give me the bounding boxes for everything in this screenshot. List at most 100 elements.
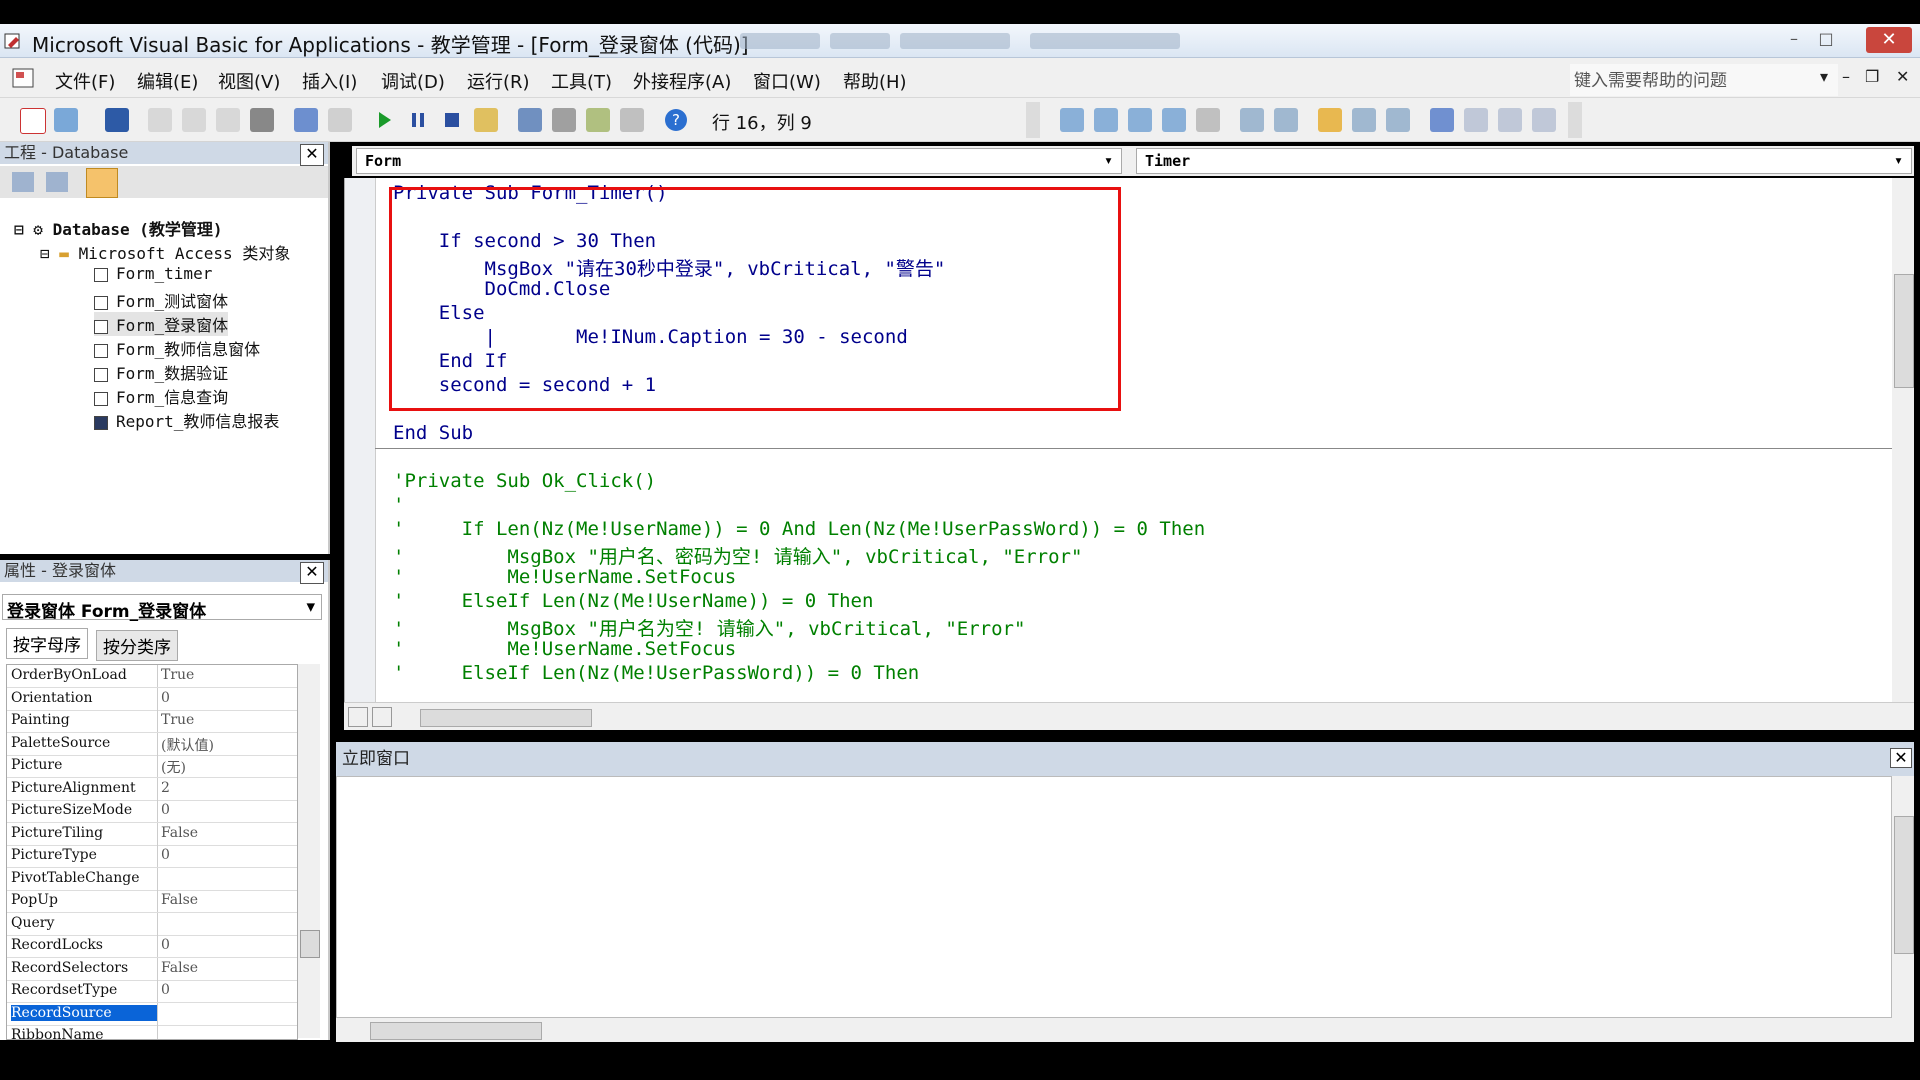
object-combo[interactable]: Form ▾ bbox=[356, 148, 1122, 174]
scroll-thumb[interactable] bbox=[420, 709, 592, 727]
pause-icon[interactable] bbox=[406, 108, 430, 132]
property-row[interactable]: PopUp False bbox=[7, 890, 297, 913]
close-immediate-button[interactable]: ✕ bbox=[1890, 748, 1912, 768]
tree-item[interactable]: Form_信息查询 bbox=[94, 384, 228, 408]
stop-icon[interactable] bbox=[440, 108, 464, 132]
help-icon[interactable]: ? bbox=[664, 108, 688, 132]
uncomment-block-icon[interactable] bbox=[1386, 108, 1410, 132]
margin-indicator-bar[interactable] bbox=[345, 178, 376, 702]
menu-window[interactable]: 窗口(W) bbox=[753, 68, 821, 94]
close-project-pane-button[interactable]: ✕ bbox=[300, 144, 324, 166]
breakpoint-hand-icon[interactable] bbox=[1318, 108, 1342, 132]
save-icon[interactable] bbox=[105, 108, 129, 132]
view-access-icon[interactable] bbox=[20, 108, 46, 134]
previous-bookmark-icon[interactable] bbox=[1498, 108, 1522, 132]
doc-restore-button[interactable]: ❐ bbox=[1865, 67, 1879, 86]
redo-icon[interactable] bbox=[328, 108, 352, 132]
property-row[interactable]: OrderByOnLoad True bbox=[7, 665, 297, 688]
immediate-vertical-scrollbar[interactable] bbox=[1892, 776, 1914, 1018]
tree-item[interactable]: Report_教师信息报表 bbox=[94, 408, 279, 432]
collapse-icon[interactable]: ⊟ bbox=[14, 220, 24, 239]
property-value[interactable]: False bbox=[161, 960, 198, 976]
immediate-window[interactable] bbox=[336, 776, 1892, 1018]
menu-view[interactable]: 视图(V) bbox=[218, 68, 280, 94]
tree-root[interactable]: ⊟ ⚙ Database (教学管理) bbox=[14, 216, 223, 240]
scroll-thumb[interactable] bbox=[370, 1022, 542, 1040]
property-row[interactable]: RibbonName bbox=[7, 1025, 297, 1039]
property-row[interactable]: Painting True bbox=[7, 710, 297, 733]
tree-folder[interactable]: ⊟ ▬ Microsoft Access 类对象 bbox=[40, 240, 290, 264]
doc-close-button[interactable]: ✕ bbox=[1896, 67, 1909, 86]
view-code-icon[interactable] bbox=[12, 172, 34, 192]
property-row[interactable]: PictureAlignment 2 bbox=[7, 777, 297, 801]
properties-window-icon[interactable] bbox=[552, 108, 576, 132]
code-horizontal-scrollbar[interactable] bbox=[344, 702, 1914, 730]
tree-item-selected[interactable]: Form_登录窗体 bbox=[94, 312, 229, 336]
property-row[interactable]: RecordSource bbox=[7, 1002, 297, 1026]
toolbox-icon[interactable] bbox=[620, 108, 644, 132]
property-row[interactable]: Query bbox=[7, 912, 297, 936]
scroll-thumb[interactable] bbox=[300, 930, 320, 958]
menu-file[interactable]: 文件(F) bbox=[55, 68, 115, 94]
menu-help[interactable]: 帮助(H) bbox=[843, 68, 907, 94]
outdent-icon[interactable] bbox=[1274, 108, 1298, 132]
parameter-info-icon[interactable] bbox=[1128, 108, 1152, 132]
menu-run[interactable]: 运行(R) bbox=[467, 68, 530, 94]
menu-tools[interactable]: 工具(T) bbox=[551, 68, 612, 94]
scroll-thumb[interactable] bbox=[1894, 274, 1914, 388]
object-select[interactable]: 登录窗体 Form_登录窗体 ▾ bbox=[2, 594, 322, 622]
comment-block-icon[interactable] bbox=[1352, 108, 1376, 132]
property-value[interactable]: 0 bbox=[161, 690, 170, 706]
procedure-view-icon[interactable] bbox=[348, 707, 368, 727]
font-size-icon[interactable] bbox=[1196, 108, 1220, 132]
property-value[interactable]: (默认值) bbox=[161, 735, 214, 755]
property-value[interactable]: True bbox=[161, 667, 194, 683]
maximize-button[interactable]: □ bbox=[1812, 29, 1840, 51]
collapse-icon[interactable]: ⊟ bbox=[40, 244, 50, 263]
run-icon[interactable] bbox=[372, 108, 396, 132]
close-window-button[interactable]: ✕ bbox=[1866, 27, 1912, 53]
edit-list-icon[interactable] bbox=[1060, 108, 1084, 132]
menu-insert[interactable]: 插入(I) bbox=[302, 68, 357, 94]
bookmark-icon[interactable] bbox=[1430, 108, 1454, 132]
immediate-horizontal-scrollbar[interactable] bbox=[336, 1018, 1914, 1042]
menu-addins[interactable]: 外接程序(A) bbox=[633, 68, 731, 94]
tree-item[interactable]: Form_timer bbox=[94, 264, 212, 283]
property-value[interactable]: 2 bbox=[161, 780, 170, 796]
access-icon[interactable] bbox=[10, 66, 38, 90]
tab-categorized[interactable]: 按分类序 bbox=[96, 630, 178, 661]
property-value[interactable]: 0 bbox=[161, 802, 170, 818]
menu-edit[interactable]: 编辑(E) bbox=[137, 68, 198, 94]
tree-item[interactable]: Form_教师信息窗体 bbox=[94, 336, 260, 360]
property-row[interactable]: PivotTableChange bbox=[7, 867, 297, 891]
tree-item[interactable]: Form_测试窗体 bbox=[94, 288, 228, 312]
code-editor[interactable]: Private Sub Form_Timer() If second > 30 … bbox=[344, 178, 1893, 702]
cut-icon[interactable] bbox=[148, 108, 172, 132]
scroll-thumb[interactable] bbox=[1894, 816, 1914, 954]
property-row[interactable]: RecordSelectors False bbox=[7, 957, 297, 981]
property-row[interactable]: RecordLocks 0 bbox=[7, 935, 297, 958]
toolbar-handle[interactable] bbox=[1568, 102, 1582, 138]
property-value[interactable]: (无) bbox=[161, 757, 186, 777]
close-properties-pane-button[interactable]: ✕ bbox=[300, 562, 324, 584]
property-row[interactable]: Picture (无) bbox=[7, 755, 297, 778]
clear-bookmarks-icon[interactable] bbox=[1532, 108, 1556, 132]
property-value[interactable]: False bbox=[161, 892, 198, 908]
quick-info-icon[interactable] bbox=[1094, 108, 1118, 132]
insert-userform-icon[interactable] bbox=[54, 108, 78, 132]
property-row[interactable]: PictureSizeMode 0 bbox=[7, 800, 297, 823]
property-row[interactable]: RecordsetType 0 bbox=[7, 980, 297, 1003]
design-mode-icon[interactable] bbox=[474, 108, 498, 132]
code-vertical-scrollbar[interactable] bbox=[1892, 178, 1914, 702]
property-row[interactable]: PictureType 0 bbox=[7, 845, 297, 868]
toggle-folders-icon[interactable] bbox=[86, 168, 118, 198]
indent-icon[interactable] bbox=[1240, 108, 1264, 132]
property-row[interactable]: Orientation 0 bbox=[7, 687, 297, 711]
property-value[interactable]: 0 bbox=[161, 937, 170, 953]
property-value[interactable]: True bbox=[161, 712, 194, 728]
property-value[interactable]: 0 bbox=[161, 847, 170, 863]
menu-debug[interactable]: 调试(D) bbox=[381, 68, 445, 94]
next-bookmark-icon[interactable] bbox=[1464, 108, 1488, 132]
paste-icon[interactable] bbox=[216, 108, 240, 132]
undo-icon[interactable] bbox=[294, 108, 318, 132]
